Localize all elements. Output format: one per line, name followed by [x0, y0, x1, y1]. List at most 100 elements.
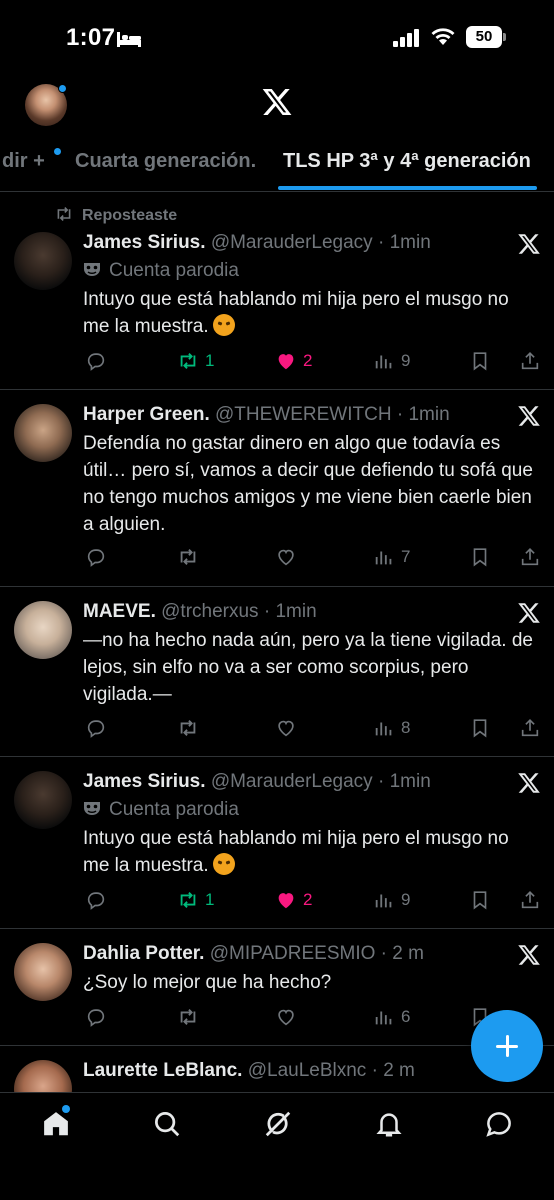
avatar[interactable] — [14, 601, 72, 659]
tweet[interactable]: MAEVE. @trcherxus · 1min —no ha hecho na… — [0, 587, 554, 757]
home-new-dot — [62, 1105, 70, 1113]
tab-partial[interactable]: dir + — [2, 150, 45, 173]
tweet-text: ¿Soy lo mejor que ha hecho? — [83, 972, 332, 993]
heart-filled-icon — [278, 893, 294, 909]
tweet-header: Harper Green. @THEWEREWITCH · 1min — [83, 404, 450, 426]
status-time: 1:07 — [66, 24, 116, 51]
handle[interactable]: @LauLeBlxnc — [248, 1060, 367, 1081]
tweet[interactable]: Reposteaste James Sirius. @MarauderLegac… — [0, 192, 554, 390]
reply-button[interactable] — [85, 1004, 107, 1030]
repost-button[interactable]: 1 — [177, 348, 214, 374]
display-name[interactable]: Harper Green. — [83, 404, 210, 425]
views-button[interactable]: 7 — [373, 544, 410, 570]
bookmark-button[interactable] — [469, 715, 491, 741]
search-icon[interactable] — [152, 1109, 182, 1139]
timestamp: · 1min — [377, 232, 431, 253]
signal-icon — [393, 29, 419, 47]
handle[interactable]: @MarauderLegacy — [211, 771, 373, 792]
handle[interactable]: @THEWEREWITCH — [215, 404, 392, 425]
display-name[interactable]: James Sirius. — [83, 771, 206, 792]
like-button[interactable]: 2 — [275, 348, 312, 374]
tweet[interactable]: James Sirius. @MarauderLegacy · 1min Cue… — [0, 757, 554, 929]
views-button[interactable]: 9 — [373, 348, 410, 374]
heart-filled-icon — [278, 354, 294, 370]
like-button[interactable] — [275, 715, 297, 741]
messages-icon[interactable] — [484, 1109, 514, 1139]
view-count: 6 — [401, 1007, 411, 1026]
tweet[interactable]: Dahlia Potter. @MIPADREESMIO · 2 m ¿Soy … — [0, 929, 554, 1046]
compose-button[interactable] — [471, 1010, 543, 1082]
feed-tabs: dir + Cuarta generación. TLS HP 3ª y 4ª … — [0, 136, 554, 192]
repost-icon — [180, 353, 196, 369]
tab-cuarta-generacion[interactable]: Cuarta generación. — [75, 150, 256, 173]
views-icon — [375, 894, 392, 908]
notifications-icon[interactable] — [374, 1109, 404, 1139]
tweet-text: Defendía no gastar dinero en algo que to… — [83, 433, 533, 535]
bookmark-button[interactable] — [469, 887, 491, 913]
tweet-header: James Sirius. @MarauderLegacy · 1min — [83, 232, 431, 254]
avatar[interactable] — [14, 1060, 72, 1092]
share-button[interactable] — [519, 544, 541, 570]
reply-icon — [87, 720, 105, 738]
tweet-header: James Sirius. @MarauderLegacy · 1min — [83, 771, 431, 793]
like-button[interactable]: 2 — [275, 887, 312, 913]
reply-icon — [87, 892, 105, 910]
like-button[interactable] — [275, 544, 297, 570]
bookmark-icon — [473, 891, 487, 910]
timeline[interactable]: Reposteaste James Sirius. @MarauderLegac… — [0, 192, 554, 1092]
views-button[interactable]: 9 — [373, 887, 410, 913]
timestamp: · 1min — [263, 601, 317, 622]
tweet-header: MAEVE. @trcherxus · 1min — [83, 601, 317, 623]
bookmark-button[interactable] — [469, 348, 491, 374]
like-count: 2 — [303, 351, 313, 370]
bookmark-icon — [473, 352, 487, 371]
share-button[interactable] — [519, 887, 541, 913]
repost-button[interactable] — [177, 715, 199, 741]
repost-button[interactable] — [177, 544, 199, 570]
views-button[interactable]: 8 — [373, 715, 410, 741]
handle[interactable]: @trcherxus — [161, 601, 258, 622]
repost-icon — [180, 1009, 196, 1025]
share-button[interactable] — [519, 348, 541, 374]
avatar[interactable] — [14, 232, 72, 290]
bookmark-button[interactable] — [469, 544, 491, 570]
timestamp: · 2 m — [380, 943, 424, 964]
tweet[interactable]: Harper Green. @THEWEREWITCH · 1min Defen… — [0, 390, 554, 587]
repost-button[interactable]: 1 — [177, 887, 214, 913]
tweet-actions: 1 2 9 — [83, 887, 553, 913]
handle[interactable]: @MIPADREESMIO — [210, 943, 376, 964]
handle[interactable]: @MarauderLegacy — [211, 232, 373, 253]
repost-button[interactable] — [177, 1004, 199, 1030]
view-count: 7 — [401, 547, 411, 566]
avatar[interactable] — [14, 404, 72, 462]
reply-icon — [87, 353, 105, 371]
like-button[interactable] — [275, 1004, 297, 1030]
views-button[interactable]: 6 — [373, 1004, 410, 1030]
reply-button[interactable] — [85, 887, 107, 913]
views-icon — [375, 355, 392, 369]
reply-button[interactable] — [85, 348, 107, 374]
share-icon — [521, 548, 539, 566]
reply-button[interactable] — [85, 544, 107, 570]
heart-icon — [278, 720, 294, 737]
grok-icon[interactable] — [263, 1109, 293, 1139]
display-name[interactable]: MAEVE. — [83, 601, 156, 622]
share-button[interactable] — [519, 715, 541, 741]
reply-button[interactable] — [85, 715, 107, 741]
parody-label: Cuenta parodia — [83, 260, 239, 282]
timestamp: · 1min — [396, 404, 450, 425]
home-icon[interactable] — [41, 1109, 71, 1139]
display-name[interactable]: James Sirius. — [83, 232, 206, 253]
avatar[interactable] — [14, 771, 72, 829]
x-logo-icon[interactable] — [261, 86, 293, 118]
wifi-icon — [431, 28, 455, 45]
tweet-header: Laurette LeBlanc. @LauLeBlxnc · 2 m — [83, 1060, 415, 1082]
like-count: 2 — [303, 890, 313, 909]
repost-icon — [180, 720, 196, 736]
tab-tls-hp[interactable]: TLS HP 3ª y 4ª generación — [283, 150, 531, 173]
display-name[interactable]: Laurette LeBlanc. — [83, 1060, 242, 1081]
avatar[interactable] — [14, 943, 72, 1001]
battery-icon: 50 — [466, 26, 506, 48]
share-icon — [521, 352, 539, 370]
display-name[interactable]: Dahlia Potter. — [83, 943, 204, 964]
